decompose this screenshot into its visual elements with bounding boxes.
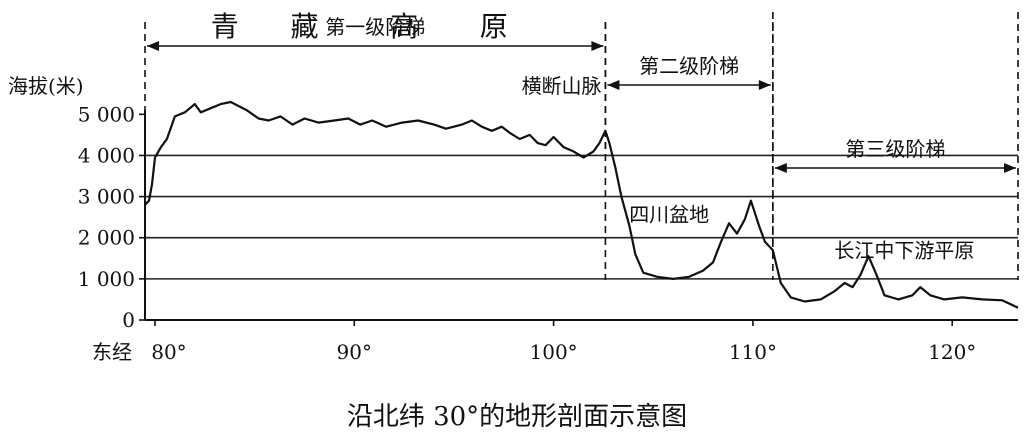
x-tick-label: 80° — [151, 340, 186, 364]
place-label: 横断山脉 — [522, 74, 602, 98]
y-axis-ticks: 0 1 000 2 000 3 000 4 000 5 000 — [78, 102, 145, 332]
x-tick-label: 100° — [530, 340, 578, 364]
step-arrow-head-left — [607, 80, 620, 90]
x-origin-label: 东经 — [92, 340, 132, 364]
step-label: 第二级阶梯 — [639, 54, 739, 78]
step-arrow-head-left — [147, 41, 159, 51]
place-label: 藏 — [290, 10, 318, 43]
y-axis-title: 海拔(米) — [8, 74, 84, 98]
elevation-profile-line — [144, 100, 1019, 309]
y-tick-label: 3 000 — [78, 185, 135, 209]
step-arrow-head-right — [1004, 163, 1016, 173]
y-tick-label: 0 — [122, 308, 135, 332]
x-tick-label: 90° — [337, 340, 372, 364]
y-tick-label: 4 000 — [78, 143, 135, 167]
y-tick-label: 1 000 — [78, 267, 135, 291]
terrain-profile-chart: 0 1 000 2 000 3 000 4 000 5 000 80° 90° 100° 110… — [8, 10, 1019, 432]
x-tick-label: 120° — [928, 340, 976, 364]
y-tick-label: 5 000 — [78, 102, 135, 126]
place-label: 长江中下游平原 — [834, 238, 974, 262]
x-axis-ticks: 80° 90° 100° 110° 120° — [151, 320, 976, 364]
place-label: 原 — [480, 10, 508, 43]
place-label: 四川盆地 — [629, 203, 709, 227]
chart-caption: 沿北纬 30°的地形剖面示意图 — [347, 402, 687, 432]
y-tick-label: 2 000 — [78, 226, 135, 250]
step-arrow-head-left — [774, 163, 787, 173]
place-label: 青 — [211, 10, 239, 43]
step-arrow-head-right — [591, 41, 604, 51]
place-label: 高 — [390, 10, 418, 43]
x-tick-label: 110° — [729, 340, 777, 364]
step-arrow-head-right — [758, 80, 771, 90]
step-label: 第三级阶梯 — [845, 137, 945, 161]
